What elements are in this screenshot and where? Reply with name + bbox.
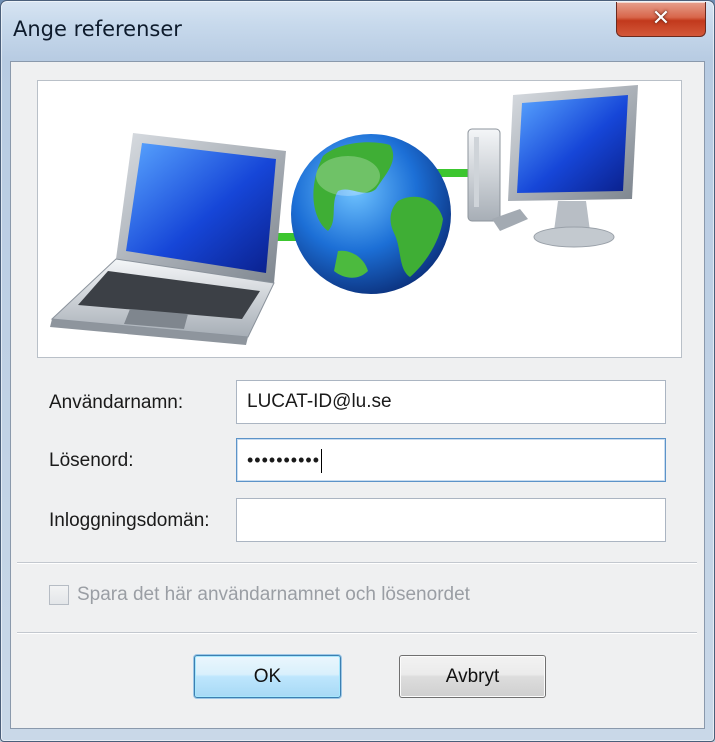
globe-icon xyxy=(291,134,451,294)
divider-bottom xyxy=(17,632,697,634)
close-button[interactable]: ✕ xyxy=(616,2,706,37)
credentials-dialog: Ange referenser ✕ Användarnamn: LUCAT-ID… xyxy=(0,0,715,742)
dialog-title: Ange referenser xyxy=(13,17,182,41)
laptop-icon xyxy=(50,133,286,345)
password-row: Lösenord: •••••••••• xyxy=(11,438,704,482)
password-mask: •••••••••• xyxy=(247,450,321,470)
desktop-computer-icon xyxy=(467,85,638,248)
title-bar[interactable]: Ange referenser ✕ xyxy=(1,1,714,61)
dialog-body: Användarnamn: LUCAT-ID@lu.se Lösenord: •… xyxy=(10,61,705,729)
network-illustration-svg xyxy=(50,85,638,345)
remember-credentials-row: Spara det här användarnamnet och lösenor… xyxy=(49,580,470,610)
network-illustration xyxy=(37,80,682,358)
ok-button[interactable]: OK xyxy=(194,655,341,698)
domain-label: Inloggningsdomän: xyxy=(49,510,210,531)
password-input[interactable]: •••••••••• xyxy=(236,438,666,482)
close-icon: ✕ xyxy=(651,6,671,31)
domain-input[interactable] xyxy=(236,498,666,542)
cancel-button[interactable]: Avbryt xyxy=(399,655,546,698)
text-caret xyxy=(321,448,323,473)
username-row: Användarnamn: LUCAT-ID@lu.se xyxy=(11,380,704,424)
remember-checkbox[interactable] xyxy=(49,585,69,605)
password-label: Lösenord: xyxy=(49,450,134,471)
domain-row: Inloggningsdomän: xyxy=(11,498,704,542)
remember-label: Spara det här användarnamnet och lösenor… xyxy=(77,584,470,605)
divider-top xyxy=(17,562,697,564)
username-label: Användarnamn: xyxy=(49,392,184,413)
username-input[interactable]: LUCAT-ID@lu.se xyxy=(236,380,666,424)
